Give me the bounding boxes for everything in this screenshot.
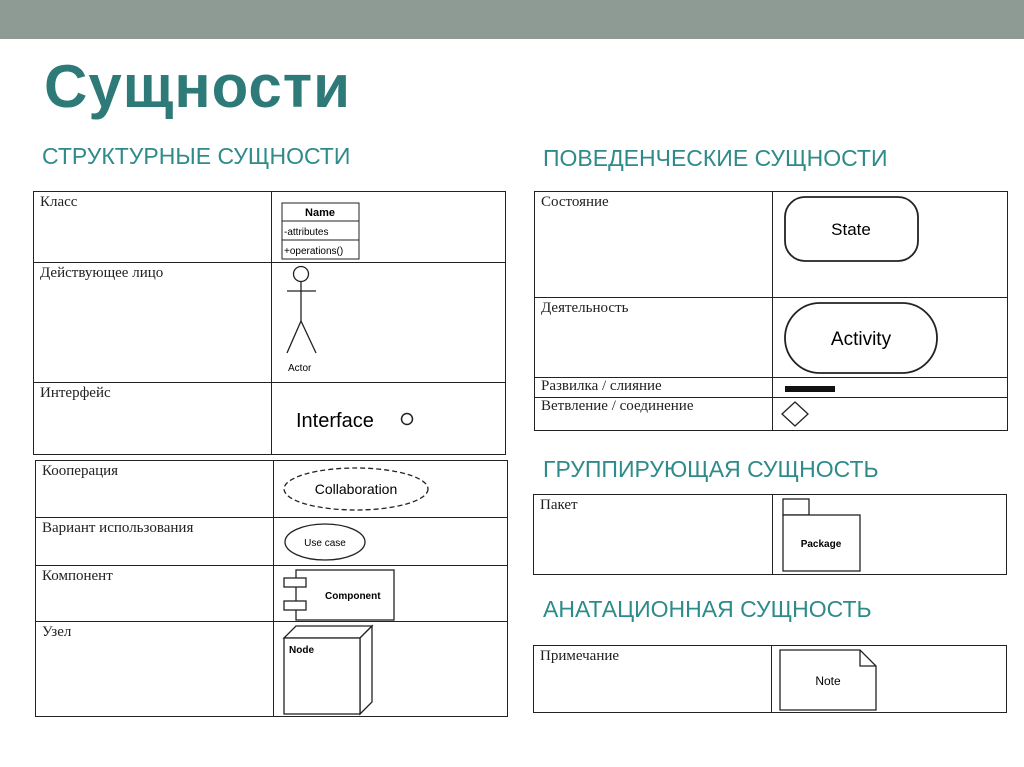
component-label: Компонент bbox=[42, 568, 113, 584]
fork-bar-symbol bbox=[785, 386, 835, 392]
cooperation-label: Кооперация bbox=[42, 463, 119, 479]
state-label: Состояние bbox=[541, 194, 609, 210]
row-actor: Действующее лицо Actor bbox=[33, 262, 506, 383]
activity-symbol: Activity bbox=[784, 302, 938, 374]
class-label: Класс bbox=[40, 194, 78, 210]
row-cooperation: Кооперация Collaboration bbox=[35, 460, 508, 518]
fork-label: Развилка / слияние bbox=[541, 378, 662, 394]
row-class: Класс Name -attributes +operations() bbox=[33, 191, 506, 263]
node-label: Узел bbox=[42, 624, 72, 640]
grouping-table: Пакет Package bbox=[533, 494, 1007, 575]
package-symbol: Package bbox=[782, 498, 861, 572]
note-label: Примечание bbox=[540, 648, 620, 664]
row-usecase: Вариант использования Use case bbox=[35, 517, 508, 566]
package-label: Пакет bbox=[540, 497, 578, 513]
row-branch: Ветвление / соединение bbox=[534, 397, 1008, 431]
state-text: State bbox=[831, 220, 871, 239]
actor-symbol: Actor bbox=[286, 265, 317, 374]
row-package: Пакет Package bbox=[533, 494, 1007, 575]
class-operations-text: +operations() bbox=[284, 246, 343, 257]
usecase-symbol: Use case bbox=[284, 523, 366, 561]
branch-diamond-symbol bbox=[781, 401, 809, 427]
top-bar bbox=[0, 0, 1024, 39]
structural-table-1: Класс Name -attributes +operations() Дей… bbox=[33, 191, 506, 455]
row-fork: Развилка / слияние bbox=[534, 377, 1008, 398]
class-attributes-text: -attributes bbox=[284, 227, 328, 238]
structural-table-2: Кооперация Collaboration Вариант использ… bbox=[35, 460, 508, 717]
heading-annotation: АНАТАЦИОННАЯ СУЩНОСТЬ bbox=[543, 596, 872, 622]
node-text: Node bbox=[289, 645, 314, 656]
annotation-table: Примечание Note bbox=[533, 645, 1007, 713]
activity-label: Деятельность bbox=[541, 300, 629, 316]
row-note: Примечание Note bbox=[533, 645, 1007, 713]
collaboration-text: Collaboration bbox=[315, 481, 398, 497]
row-state: Состояние State bbox=[534, 191, 1008, 298]
class-symbol: Name -attributes +operations() bbox=[281, 202, 360, 260]
behavioral-table: Состояние State Деятельность Activity Ра… bbox=[534, 191, 1008, 431]
row-interface: Интерфейс Interface bbox=[33, 382, 506, 455]
actor-label: Действующее лицо bbox=[40, 265, 164, 281]
node-symbol: Node bbox=[282, 624, 374, 716]
actor-caption: Actor bbox=[288, 363, 312, 374]
page-title: Сущности bbox=[44, 53, 352, 120]
component-symbol: Component bbox=[283, 569, 395, 621]
class-name-text: Name bbox=[305, 207, 335, 219]
interface-symbol: Interface bbox=[296, 410, 414, 432]
row-activity: Деятельность Activity bbox=[534, 297, 1008, 378]
heading-behavioral: ПОВЕДЕНЧЕСКИЕ СУЩНОСТИ bbox=[543, 145, 888, 171]
activity-text: Activity bbox=[831, 329, 892, 350]
heading-grouping: ГРУППИРУЮЩАЯ СУЩНОСТЬ bbox=[543, 456, 879, 482]
note-symbol: Note bbox=[779, 649, 877, 711]
component-text: Component bbox=[325, 591, 381, 602]
interface-text: Interface bbox=[296, 410, 374, 432]
note-text: Note bbox=[815, 674, 841, 688]
branch-label: Ветвление / соединение bbox=[541, 398, 694, 414]
interface-circle-icon bbox=[400, 412, 414, 426]
row-node: Узел Node bbox=[35, 621, 508, 717]
package-text: Package bbox=[801, 539, 842, 550]
row-component: Компонент Component bbox=[35, 565, 508, 622]
heading-structural: СТРУКТУРНЫЕ СУЩНОСТИ bbox=[42, 143, 351, 169]
usecase-label: Вариант использования bbox=[42, 520, 194, 536]
interface-label: Интерфейс bbox=[40, 385, 111, 401]
state-symbol: State bbox=[784, 196, 919, 262]
usecase-text: Use case bbox=[304, 538, 346, 549]
collaboration-symbol: Collaboration bbox=[283, 467, 429, 511]
